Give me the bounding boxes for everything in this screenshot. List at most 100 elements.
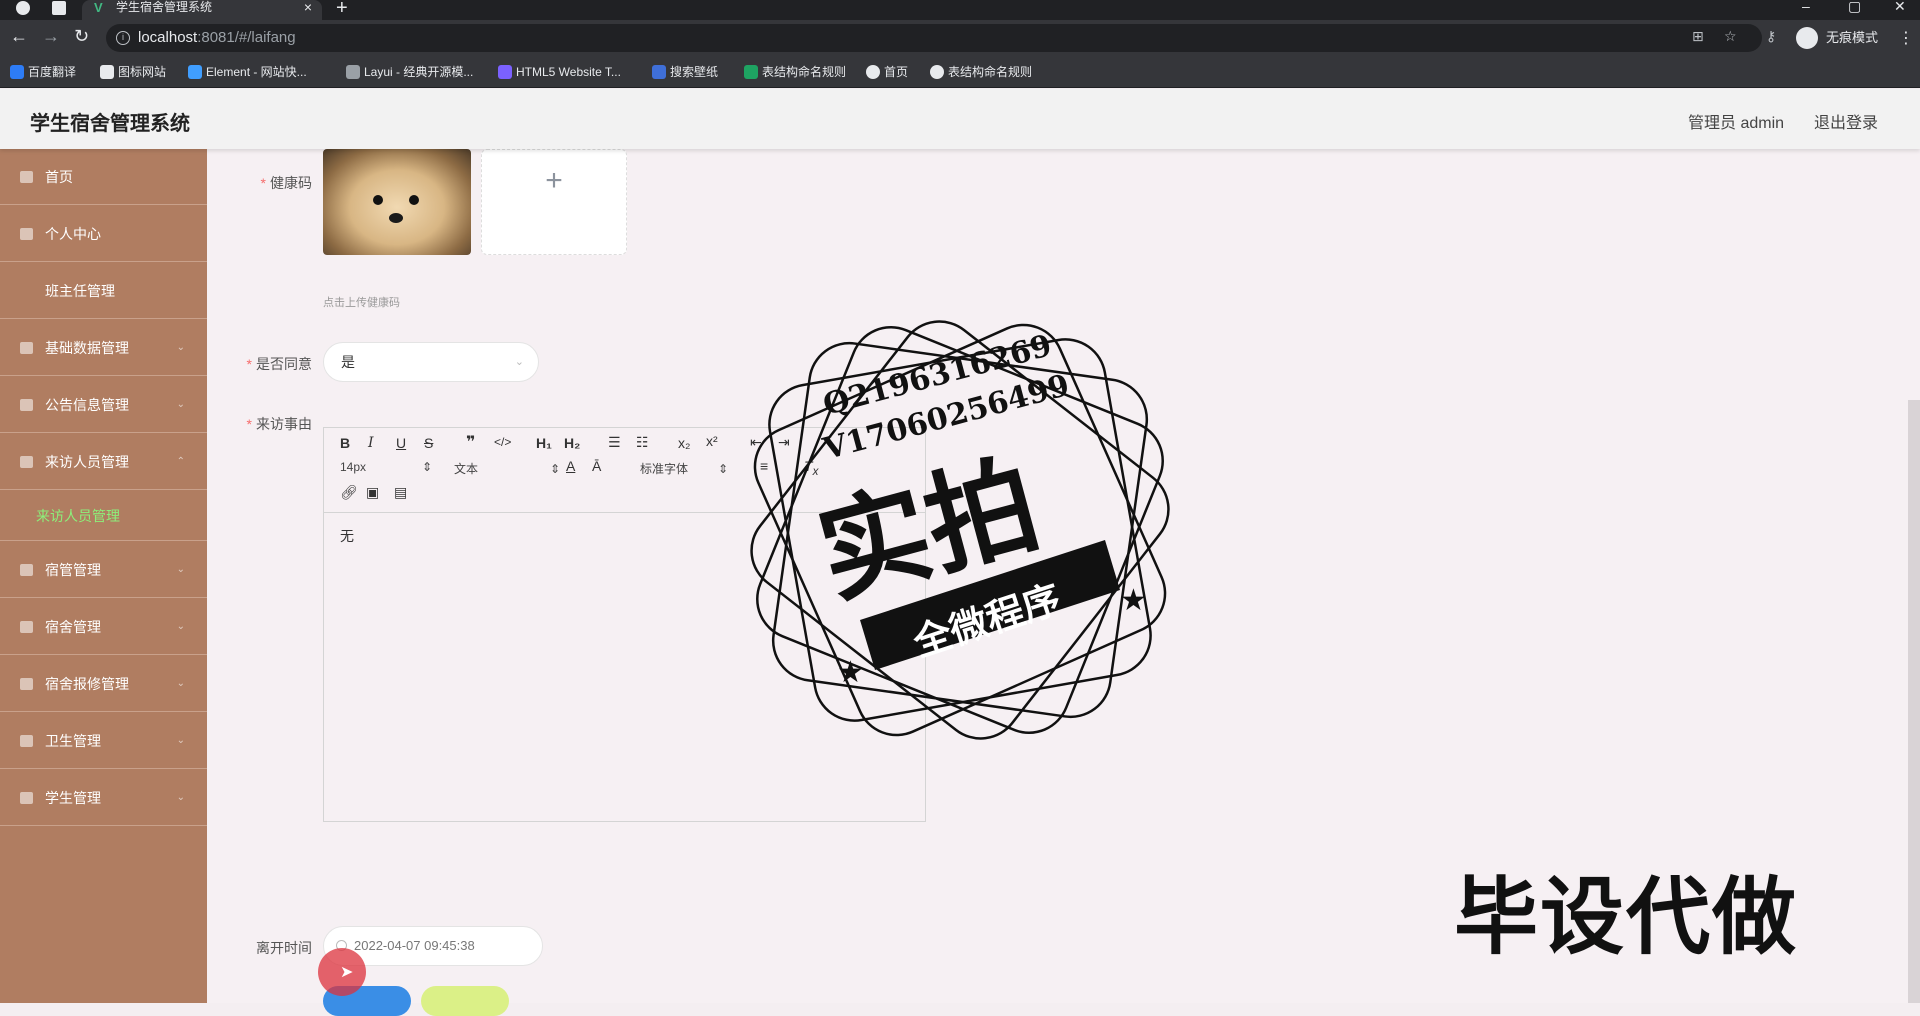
admin-label: 管理员 admin <box>1688 115 1785 132</box>
plus-icon: + <box>545 164 563 197</box>
photo-nose <box>389 213 403 223</box>
watermark-stamp: ★ ★ Q2196316269 V17060256499 实拍 全微程序 <box>720 290 1200 770</box>
heading2-icon[interactable]: H₂ <box>564 435 580 451</box>
ordered-list-icon[interactable]: ☰ <box>608 434 621 451</box>
subscript-icon[interactable]: x₂ <box>678 435 690 451</box>
heading1-icon[interactable]: H₁ <box>536 435 552 451</box>
bookmark-item[interactable]: 搜索壁纸 <box>652 64 718 80</box>
sidebar-item-repairs[interactable]: 宿舍报修管理 ⌄ <box>0 656 207 712</box>
chevron-down-icon: ⌄ <box>176 342 185 353</box>
user-icon <box>20 228 33 240</box>
bookmark-item[interactable]: HTML5 Website T... <box>498 64 621 80</box>
bookmark-item[interactable]: 首页 <box>866 64 908 80</box>
upload-button[interactable]: + <box>481 149 627 255</box>
agree-select[interactable]: 是 ⌄ <box>323 342 539 382</box>
bookmark-item[interactable]: 图标网站 <box>100 64 166 80</box>
forward-icon[interactable]: → <box>42 26 60 47</box>
cancel-button[interactable] <box>421 986 509 1016</box>
image-icon[interactable]: ▣ <box>366 484 379 501</box>
health-code-label: * 健康码 <box>260 175 312 191</box>
close-tab-icon[interactable]: × <box>304 0 312 14</box>
minimize-icon[interactable]: – <box>1802 0 1810 14</box>
app-title: 学生宿舍管理系统 <box>30 113 190 135</box>
corner-watermark: 毕设代做 <box>1454 868 1799 966</box>
browser-menu-dots-icon[interactable]: ⋮ <box>1898 28 1914 48</box>
chevron-down-icon: ⌄ <box>176 564 185 575</box>
site-info-icon[interactable]: i <box>116 31 130 45</box>
bookmark-star-icon[interactable]: ☆ <box>1724 28 1737 45</box>
chevron-down-icon: ⌄ <box>176 621 185 632</box>
browser-tab[interactable]: V 学生宿舍管理系统 × <box>82 0 322 20</box>
bookmark-item[interactable]: Layui - 经典开源模... <box>346 64 473 80</box>
sidebar-item-hygiene[interactable]: 卫生管理 ⌄ <box>0 713 207 769</box>
health-code-image[interactable] <box>323 149 471 255</box>
globe-icon <box>930 65 944 79</box>
strikethrough-icon[interactable]: S <box>424 435 433 451</box>
sidebar-item-profile[interactable]: 个人中心 <box>0 206 207 262</box>
maximize-icon[interactable]: ▢ <box>1848 0 1861 15</box>
background-color-icon[interactable]: Ā <box>592 458 601 474</box>
editor-content[interactable]: 无 <box>340 526 354 546</box>
sidebar-item-notices[interactable]: 公告信息管理 ⌄ <box>0 377 207 433</box>
updown-icon: ⇕ <box>422 460 433 474</box>
browser-menu-icon[interactable] <box>16 1 30 15</box>
chevron-down-icon: ⌄ <box>176 678 185 689</box>
vue-favicon-icon: V <box>94 0 103 15</box>
leave-time-label: 离开时间 <box>256 940 312 956</box>
bookmark-item[interactable]: 百度翻译 <box>10 64 76 80</box>
link-icon[interactable]: 🔗︎ <box>340 484 358 501</box>
broom-icon <box>20 735 33 747</box>
student-icon <box>20 792 33 804</box>
bookmark-item[interactable]: Element - 网站快... <box>188 64 307 80</box>
upload-hint: 点击上传健康码 <box>323 297 400 309</box>
sidebar-item-visitors[interactable]: 来访人员管理 ⌃ <box>0 434 207 490</box>
incognito-badge[interactable]: 无痕模式 <box>1796 26 1878 50</box>
chevron-down-icon: ⌄ <box>176 792 185 803</box>
browser-tab-strip: V 学生宿舍管理系统 × + – ▢ ✕ <box>0 0 1920 20</box>
chevron-up-icon: ⌃ <box>176 456 185 467</box>
agree-select-value: 是 <box>341 354 355 370</box>
sidebar-subitem-visitors[interactable]: 来访人员管理 <box>0 491 207 541</box>
superscript-icon[interactable]: x² <box>706 433 718 449</box>
building-icon <box>20 621 33 633</box>
video-icon[interactable]: ▤ <box>394 484 407 501</box>
new-tab-icon[interactable]: + <box>336 0 348 20</box>
bookmark-item[interactable]: 表结构命名规则 <box>744 64 846 80</box>
bullet-list-icon[interactable]: ☷ <box>636 434 649 451</box>
url-host: localhost <box>138 29 198 46</box>
logout-link[interactable]: 退出登录 <box>1814 109 1878 133</box>
password-key-icon[interactable]: ⚷ <box>1766 28 1776 45</box>
app-header: 学生宿舍管理系统 管理员 admin 退出登录 <box>0 89 1920 149</box>
reload-icon[interactable]: ↻ <box>74 26 89 47</box>
font-family-select[interactable]: 标准字体 ⇕ <box>640 460 728 477</box>
text-type-select[interactable]: 文本 ⇕ <box>454 460 560 477</box>
code-block-icon[interactable]: </> <box>494 435 511 449</box>
font-size-select[interactable]: 14px ⇕ <box>340 460 432 474</box>
sidebar-item-dorms[interactable]: 宿舍管理 ⌄ <box>0 599 207 655</box>
translate-icon[interactable]: ⊞ <box>1692 28 1704 45</box>
url-input[interactable]: i localhost:8081/#/laifang <box>106 24 1762 52</box>
sidebar-item-home[interactable]: 首页 <box>0 149 207 205</box>
bookmark-item[interactable]: 表结构命名规则 <box>930 64 1032 80</box>
photo-eye <box>373 195 383 205</box>
bold-icon[interactable]: B <box>340 435 350 451</box>
window-close-icon[interactable]: ✕ <box>1894 0 1906 15</box>
sidebar-item-head-teacher[interactable]: 班主任管理 <box>0 263 207 319</box>
globe-icon <box>866 65 880 79</box>
back-icon[interactable]: ← <box>10 26 28 47</box>
tab-search-icon[interactable] <box>52 1 66 15</box>
sidebar-item-dorm-managers[interactable]: 宿管管理 ⌄ <box>0 542 207 598</box>
wrench-icon <box>20 678 33 690</box>
sidebar-item-students[interactable]: 学生管理 ⌄ <box>0 770 207 826</box>
font-color-icon[interactable]: A <box>566 458 575 474</box>
agree-label: * 是否同意 <box>246 356 312 372</box>
baidu-translate-icon <box>10 65 24 79</box>
sidebar-item-basic-data[interactable]: 基础数据管理 ⌄ <box>0 320 207 376</box>
leave-time-value: 2022-04-07 09:45:38 <box>354 938 475 953</box>
scrollbar[interactable] <box>1908 400 1920 1003</box>
chevron-down-icon: ⌄ <box>176 735 185 746</box>
italic-icon[interactable]: I <box>368 435 374 451</box>
underline-icon[interactable]: U <box>396 435 406 451</box>
html5-icon <box>498 65 512 79</box>
blockquote-icon[interactable]: ❞ <box>466 432 475 452</box>
